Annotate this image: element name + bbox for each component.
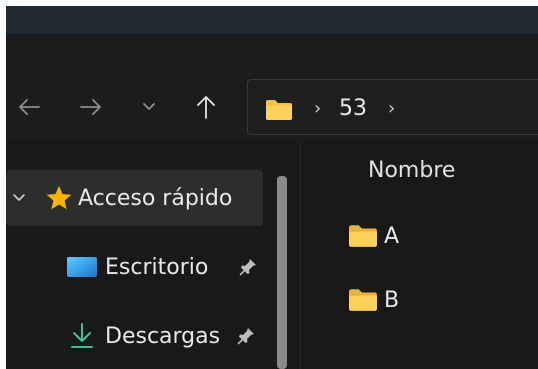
breadcrumb-item[interactable]: 53 bbox=[339, 96, 367, 121]
folder-icon bbox=[349, 225, 377, 247]
sidebar-item-downloads[interactable]: Descargas bbox=[6, 308, 263, 364]
sidebar-item-label: Acceso rápido bbox=[78, 185, 233, 211]
scrollbar-thumb[interactable] bbox=[277, 176, 287, 369]
sidebar-item-label: Escritorio bbox=[105, 254, 209, 280]
pin-icon[interactable] bbox=[238, 257, 258, 277]
list-item[interactable]: A bbox=[348, 216, 399, 256]
chevron-down-icon[interactable] bbox=[12, 193, 26, 203]
sidebar-item-quick-access[interactable]: Acceso rápido bbox=[6, 170, 263, 226]
pane-divider[interactable] bbox=[300, 142, 301, 369]
file-list: Nombre A B bbox=[302, 142, 538, 369]
back-button[interactable] bbox=[12, 90, 46, 124]
sidebar-item-label: Descargas bbox=[105, 323, 221, 349]
arrow-left-icon bbox=[19, 99, 40, 115]
sidebar-scrollbar[interactable] bbox=[274, 170, 288, 369]
navigation-bar: › 53 › bbox=[6, 34, 538, 142]
file-name: A bbox=[384, 223, 400, 249]
arrow-up-icon bbox=[197, 96, 215, 119]
title-bar bbox=[6, 6, 538, 34]
breadcrumb-separator-icon[interactable]: › bbox=[314, 98, 321, 119]
forward-button[interactable] bbox=[74, 90, 108, 124]
arrow-right-icon bbox=[80, 99, 101, 115]
desktop-icon bbox=[67, 257, 97, 277]
folder-icon bbox=[349, 289, 377, 311]
list-item[interactable]: B bbox=[348, 280, 399, 320]
chevron-down-icon bbox=[143, 103, 155, 110]
sidebar-item-desktop[interactable]: Escritorio bbox=[6, 239, 263, 295]
address-bar[interactable]: › 53 › bbox=[247, 79, 538, 135]
recent-locations-button[interactable] bbox=[132, 90, 166, 124]
file-name: B bbox=[384, 287, 400, 313]
pin-icon[interactable] bbox=[236, 326, 256, 346]
breadcrumb-separator-icon[interactable]: › bbox=[388, 98, 395, 119]
navigation-pane: Acceso rápido Escritorio Descargas bbox=[6, 142, 288, 369]
star-icon bbox=[46, 185, 72, 210]
file-explorer-window: › 53 › Acceso rápido Escritorio Descarga… bbox=[6, 6, 538, 369]
column-header-name[interactable]: Nombre bbox=[368, 158, 455, 183]
up-button[interactable] bbox=[189, 90, 223, 124]
download-icon bbox=[71, 323, 93, 348]
folder-icon bbox=[266, 100, 292, 120]
